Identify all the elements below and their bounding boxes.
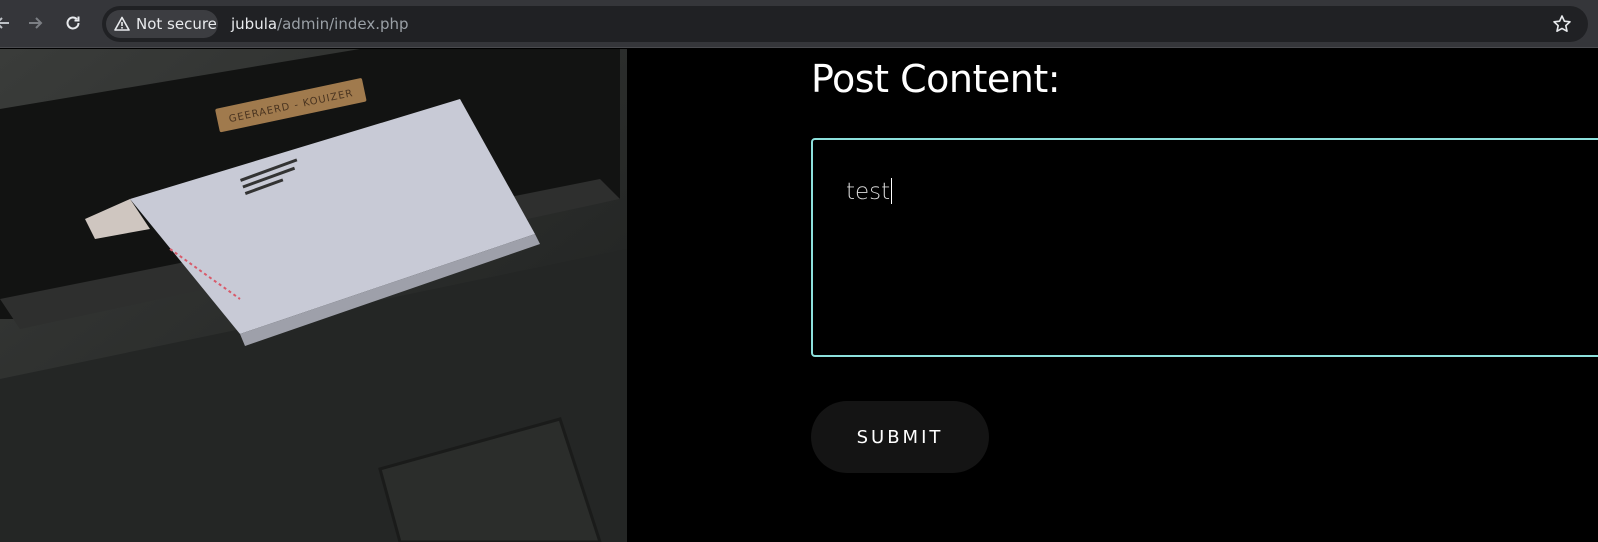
forward-arrow-icon[interactable] [20, 8, 50, 38]
post-form: Post Content: test SUBMIT [627, 49, 1598, 542]
reload-icon[interactable] [58, 8, 88, 38]
submit-button[interactable]: SUBMIT [811, 401, 989, 473]
star-icon[interactable] [1552, 14, 1572, 34]
text-caret [891, 178, 893, 204]
browser-toolbar: Not secure jubula/admin/index.php [0, 0, 1598, 48]
security-chip[interactable]: Not secure [106, 10, 218, 38]
back-arrow-icon[interactable] [0, 8, 18, 38]
url-host: jubula [231, 15, 278, 33]
post-content-textarea[interactable]: test [811, 138, 1598, 357]
warning-icon [114, 16, 130, 31]
address-bar[interactable]: Not secure jubula/admin/index.php [102, 6, 1588, 42]
mailbox-photo: GEERAERD - KOUIZER [0, 49, 627, 542]
security-label: Not secure [136, 15, 217, 33]
url-path: /admin/index.php [277, 15, 409, 33]
post-content-label: Post Content: [811, 57, 1061, 101]
url-text[interactable]: jubula/admin/index.php [231, 6, 409, 42]
post-content-value: test [846, 179, 891, 205]
